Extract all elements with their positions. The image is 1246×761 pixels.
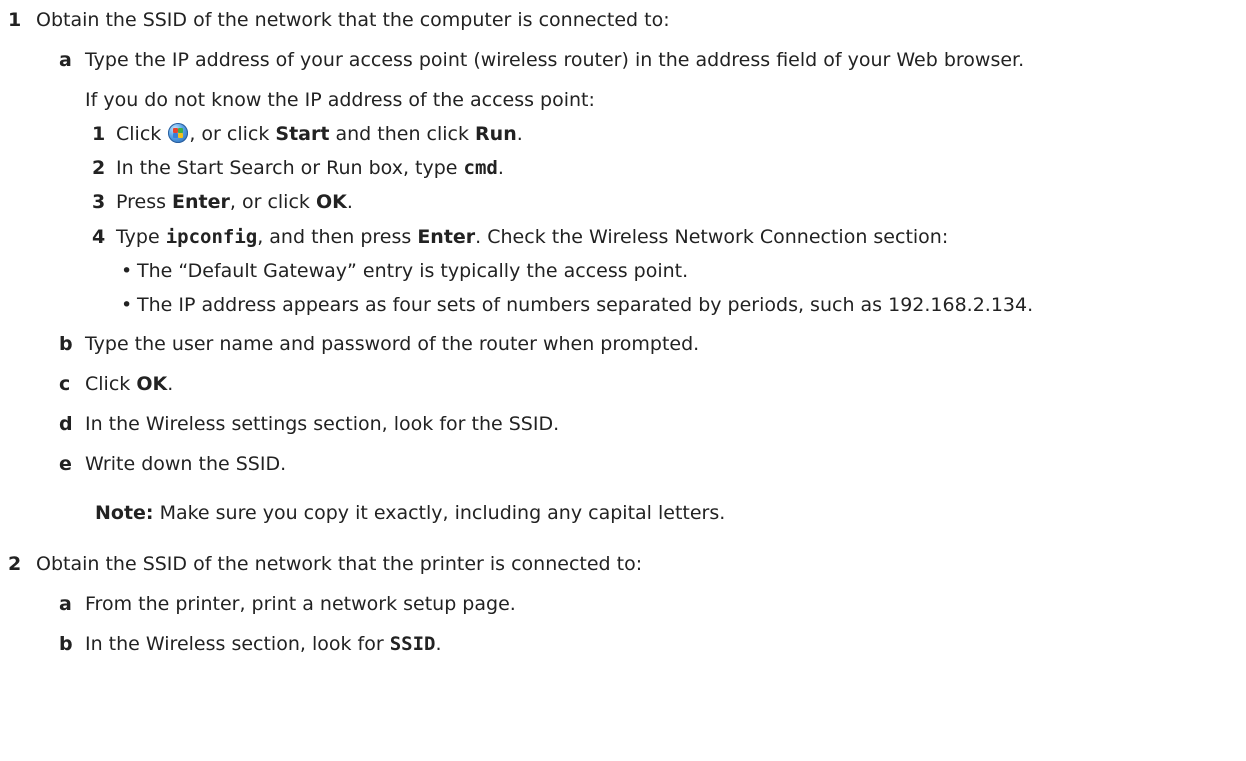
enter-key-label: Enter: [172, 191, 230, 213]
ok-label: OK: [136, 373, 168, 395]
run-label: Run: [475, 123, 517, 145]
substep-text: Type the IP address of your access point…: [85, 49, 1025, 71]
step-number: 2: [8, 553, 22, 575]
step-text: Obtain the SSID of the network that the …: [36, 9, 670, 31]
bullet-icon: •: [121, 260, 133, 282]
ok-label: OK: [315, 191, 347, 213]
windows-start-orb-icon: [168, 123, 189, 143]
note-text: Make sure you copy it exactly, including…: [153, 502, 726, 524]
enter-key-label: Enter: [417, 226, 476, 248]
substep-letter: a: [59, 49, 72, 71]
step-number: 1: [8, 9, 22, 31]
step-text: Obtain the SSID of the network that the …: [36, 553, 643, 575]
ssid-label: SSID: [389, 633, 436, 655]
ipconfig-command: ipconfig: [165, 226, 258, 248]
start-label: Start: [275, 123, 330, 145]
note-label: Note:: [95, 502, 154, 524]
bullet-icon: •: [121, 294, 133, 316]
cmd-command: cmd: [463, 157, 498, 179]
